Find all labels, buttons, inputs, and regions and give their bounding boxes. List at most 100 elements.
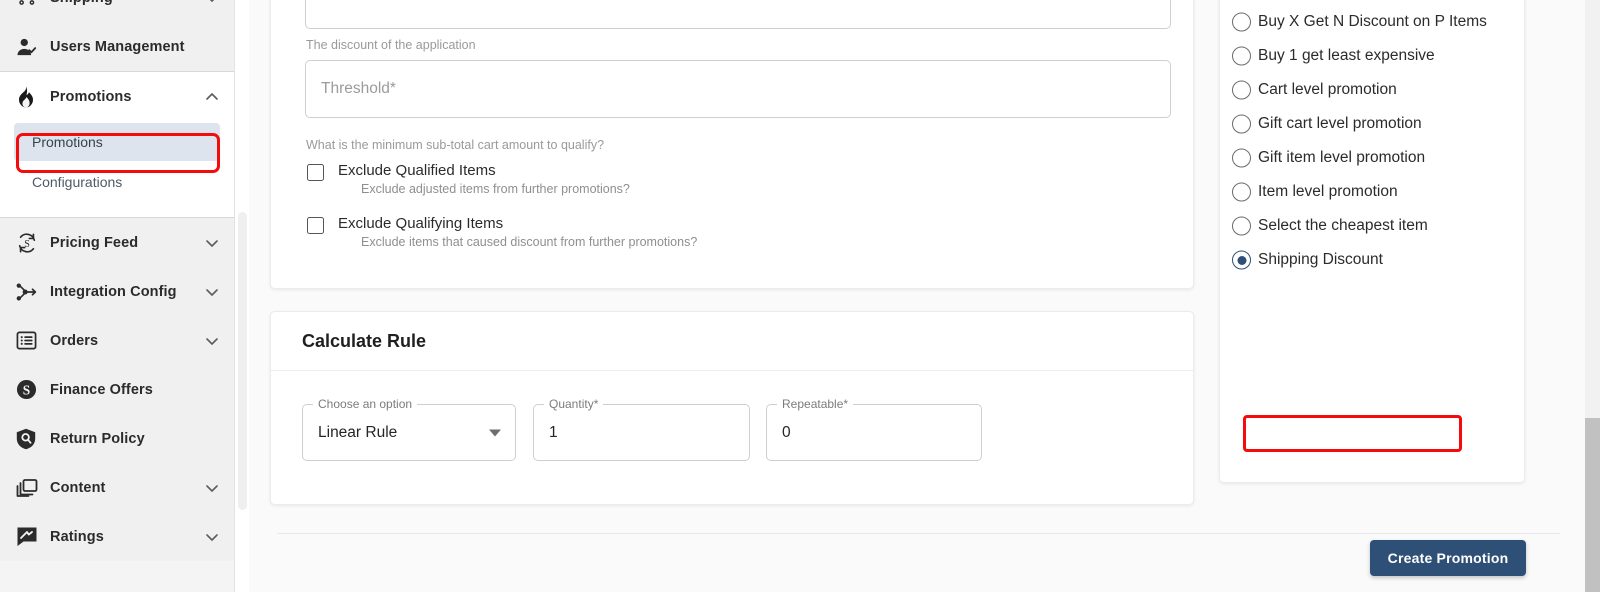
discount-field[interactable]	[305, 0, 1171, 29]
main-content: The discount of the application Threshol…	[249, 0, 1585, 592]
radio-dot-icon	[1237, 255, 1246, 265]
exclude-qualifying-items-checkbox[interactable]	[307, 217, 324, 234]
radio-circle-icon[interactable]	[1232, 216, 1251, 236]
calculate-rule-option-legend: Choose an option	[313, 397, 418, 411]
chevron-placeholder	[204, 431, 220, 447]
radio-option-label: Item level promotion	[1258, 183, 1398, 200]
repeatable-input[interactable]: Repeatable* 0	[766, 397, 982, 461]
sidebar-item-integration-config[interactable]: Integration Config	[0, 267, 234, 316]
radio-circle-icon[interactable]	[1232, 250, 1251, 270]
quantity-legend: Quantity*	[544, 397, 604, 411]
chevron-down-icon[interactable]	[204, 480, 220, 496]
radio-option-label: Cart level promotion	[1258, 81, 1397, 98]
sidebar-item-label: Orders	[50, 332, 99, 349]
sidebar-item-orders[interactable]: Orders	[0, 316, 234, 365]
discount-settings-card: The discount of the application Threshol…	[270, 0, 1194, 289]
sidebar-item-label: Users Management	[50, 38, 185, 55]
radio-option-buy-1-get-least-expensive[interactable]: Buy 1 get least expensive	[1220, 39, 1524, 73]
chevron-down-icon[interactable]	[204, 235, 220, 251]
sidebar-item-users-management[interactable]: Users Management	[0, 22, 234, 71]
footer-divider	[277, 533, 1560, 534]
repeatable-value: 0	[782, 423, 791, 441]
exclude-qualified-items-checkbox[interactable]	[307, 164, 324, 181]
radio-option-item-level-promotion[interactable]: Item level promotion	[1220, 175, 1524, 209]
calculate-rule-header: Calculate Rule	[271, 312, 1193, 371]
sidebar-group-rest: S Pricing Feed Integration Config Orders…	[0, 218, 234, 561]
rating-icon	[16, 526, 42, 548]
radio-option-gift-item-level-promotion[interactable]: Gift item level promotion	[1220, 141, 1524, 175]
radio-option-gift-cart-level-promotion[interactable]: Gift cart level promotion	[1220, 107, 1524, 141]
layers-icon	[16, 477, 42, 499]
radio-circle-icon[interactable]	[1232, 182, 1251, 202]
sidebar-item-pricing-feed[interactable]: S Pricing Feed	[0, 218, 234, 267]
radio-option-select-the-cheapest-item[interactable]: Select the cheapest item	[1220, 209, 1524, 243]
discount-helper-text: The discount of the application	[306, 38, 476, 52]
sidebar-item-promotions[interactable]: Promotions	[0, 72, 234, 121]
sidebar-item-label: Return Policy	[50, 430, 145, 447]
radio-circle-icon[interactable]	[1232, 114, 1251, 134]
app-root: Shipping Users Management	[0, 0, 1600, 592]
sidebar-item-label: Ratings	[50, 528, 104, 545]
currency-refresh-icon: S	[16, 232, 42, 254]
sidebar-subitem-label: Promotions	[32, 134, 103, 150]
sidebar-item-content[interactable]: Content	[0, 463, 234, 512]
repeatable-legend: Repeatable*	[777, 397, 854, 411]
sidebar-item-shipping[interactable]: Shipping	[0, 0, 234, 22]
quantity-input[interactable]: Quantity* 1	[533, 397, 750, 461]
page-scrollbar-thumb[interactable]	[1585, 418, 1600, 592]
chevron-placeholder	[204, 39, 220, 55]
create-promotion-button[interactable]: Create Promotion	[1370, 540, 1526, 576]
chevron-down-icon[interactable]	[489, 429, 501, 436]
radio-circle-icon[interactable]	[1232, 80, 1251, 100]
sidebar-item-label: Promotions	[50, 88, 132, 105]
sidebar-nav: Shipping Users Management	[0, 0, 235, 592]
radio-option-shipping-discount[interactable]: Shipping Discount	[1220, 243, 1524, 277]
sidebar-item-label: Content	[50, 479, 106, 496]
radio-circle-icon[interactable]	[1232, 12, 1251, 32]
quantity-value: 1	[549, 423, 558, 441]
dollar-circle-icon: S	[16, 379, 42, 401]
sidebar-item-label: Pricing Feed	[50, 234, 139, 251]
radio-circle-icon[interactable]	[1232, 46, 1251, 66]
sidebar-subitem-label: Configurations	[32, 174, 123, 190]
radio-option-label: Shipping Discount	[1258, 251, 1383, 268]
radio-circle-icon[interactable]	[1232, 148, 1251, 168]
truck-icon	[16, 0, 42, 9]
inner-scrollbar-thumb[interactable]	[238, 212, 247, 510]
radio-option-label: Gift cart level promotion	[1258, 115, 1422, 132]
flame-icon	[16, 86, 42, 108]
calculate-rule-option-select[interactable]: Choose an option Linear Rule	[302, 397, 516, 461]
sidebar-item-ratings[interactable]: Ratings	[0, 512, 234, 561]
sidebar-item-label: Shipping	[42, 0, 204, 6]
page-scrollbar-track[interactable]	[1585, 0, 1600, 592]
exclude-qualified-items-label: Exclude Qualified Items	[338, 162, 496, 179]
threshold-placeholder: Threshold*	[321, 80, 396, 97]
chevron-down-icon[interactable]	[204, 0, 220, 6]
user-check-icon	[16, 36, 42, 58]
sidebar-subitem-configurations[interactable]: Configurations	[14, 163, 220, 201]
radio-option-buy-x-get-n-discount-p-items[interactable]: Buy X Get N Discount on P Items	[1220, 5, 1524, 39]
calculate-rule-title: Calculate Rule	[302, 330, 427, 351]
chevron-down-icon[interactable]	[204, 529, 220, 545]
sidebar-item-return-policy[interactable]: Return Policy	[0, 414, 234, 463]
sidebar-group-shipping: Shipping Users Management	[0, 0, 234, 71]
chevron-down-icon[interactable]	[204, 333, 220, 349]
list-icon	[16, 330, 42, 352]
radio-option-cart-level-promotion[interactable]: Cart level promotion	[1220, 73, 1524, 107]
exclude-qualifying-items-helper: Exclude items that caused discount from …	[361, 235, 698, 249]
sidebar-subitem-promotions[interactable]: Promotions	[14, 123, 220, 161]
svg-text:S: S	[24, 239, 30, 250]
sidebar-item-finance-offers[interactable]: S Finance Offers	[0, 365, 234, 414]
threshold-field[interactable]: Threshold*	[305, 60, 1171, 118]
sidebar-item-label: Finance Offers	[50, 381, 153, 398]
svg-text:S: S	[23, 382, 30, 397]
radio-option-label: Gift item level promotion	[1258, 149, 1426, 166]
chevron-down-icon[interactable]	[204, 284, 220, 300]
radio-option-label: Buy X Get N Discount on P Items	[1258, 13, 1487, 30]
chevron-up-icon[interactable]	[204, 89, 220, 105]
inner-scrollbar-track[interactable]	[237, 0, 249, 592]
calculate-rule-card: Calculate Rule Choose an option Linear R…	[270, 311, 1194, 505]
calculate-rule-option-value: Linear Rule	[318, 423, 398, 441]
integration-icon	[16, 281, 42, 303]
exclude-qualified-items-helper: Exclude adjusted items from further prom…	[361, 182, 630, 196]
